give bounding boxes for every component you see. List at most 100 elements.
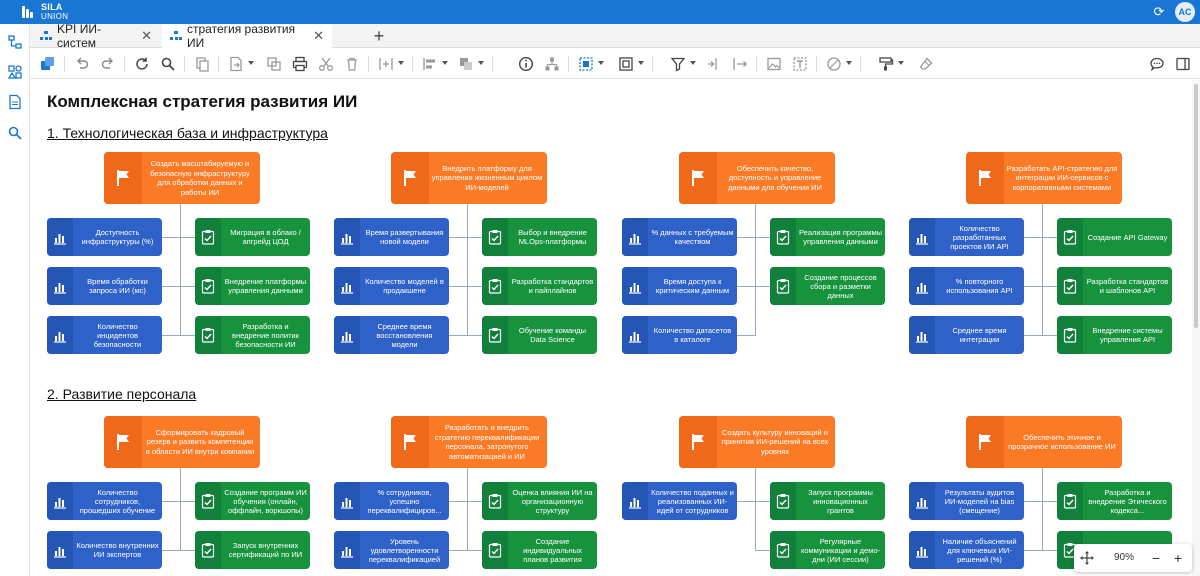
kpi-node[interactable]: Количество датасетов в каталоге (622, 316, 737, 354)
insert-column-icon[interactable] (378, 56, 394, 72)
kpi-node[interactable]: Время доступа к критическим данным (622, 267, 737, 305)
kpi-node[interactable]: Количество моделей в продакшене (334, 267, 449, 305)
user-avatar[interactable]: AC (1175, 2, 1195, 22)
tab-kpi-systems[interactable]: KPI ИИ-систем ✕ (32, 22, 160, 50)
kpi-node[interactable]: Количество поданных и реализованных ИИ-и… (622, 482, 737, 520)
goal-node[interactable]: Создать масштабируемую и безопасную инфр… (104, 152, 260, 204)
kpi-node[interactable]: Результаты аудитов ИИ-моделей на bias (с… (909, 482, 1024, 520)
connector-line (1042, 550, 1058, 551)
shapes-icon[interactable] (7, 64, 23, 80)
task-node[interactable]: Миграция в облако / апгрейд ЦОД (195, 218, 310, 256)
goal-node[interactable]: Сформировать кадровый резерв и развить к… (104, 416, 260, 468)
task-node[interactable]: Создание процессов сбора и разметки данн… (770, 267, 885, 305)
sync-icon[interactable]: ⟳ (1151, 4, 1167, 20)
goal-node[interactable]: Внедрить платформу для управления жизнен… (391, 152, 547, 204)
kpi-node[interactable]: Среднее время восстановления модели (334, 316, 449, 354)
image-icon[interactable] (766, 56, 782, 72)
expand-icon[interactable] (732, 56, 748, 72)
kpi-node[interactable]: Среднее время интеграции (909, 316, 1024, 354)
move-icon[interactable] (1079, 550, 1095, 566)
task-node[interactable]: Реализация программы управления данными (770, 218, 885, 256)
task-node[interactable]: Обучение команды Data Science (482, 316, 597, 354)
task-node[interactable]: Регулярные коммуникации и демо-дни (ИИ с… (770, 531, 885, 569)
goal-node[interactable]: Создать культуру инноваций и принятия ИИ… (679, 416, 835, 468)
refresh-icon[interactable] (134, 56, 150, 72)
print-icon[interactable] (292, 56, 308, 72)
kpi-node[interactable]: Время обработки запроса ИИ (мс) (47, 267, 162, 305)
goal-node[interactable]: Обеспечить качество, доступность и управ… (679, 152, 835, 204)
hierarchy-icon[interactable] (544, 56, 560, 72)
arrange-icon[interactable] (458, 56, 474, 72)
task-text: Разработка и внедрение политик безопасно… (232, 321, 299, 349)
task-node[interactable]: Разработка и внедрение Этического кодекс… (1057, 482, 1172, 520)
kpi-node[interactable]: Уровень удовлетворенности переквалификац… (334, 531, 449, 569)
task-node[interactable]: Разработка и внедрение политик безопасно… (195, 316, 310, 354)
duplicate-icon[interactable] (266, 56, 282, 72)
redo-icon[interactable] (100, 56, 116, 72)
structure-icon[interactable] (7, 34, 23, 50)
select-icon[interactable] (578, 56, 594, 72)
format-painter-icon[interactable] (878, 56, 894, 72)
add-tab-button[interactable]: + (370, 26, 388, 46)
task-node[interactable]: Внедрение системы управления API (1057, 316, 1172, 354)
goal-node[interactable]: Обеспечить этичное и прозрачное использо… (966, 416, 1122, 468)
zoom-out-button[interactable]: − (1148, 544, 1164, 572)
side-panel-icon[interactable] (1175, 56, 1191, 72)
container-icon[interactable] (618, 56, 634, 72)
app-menu-icon[interactable] (40, 56, 56, 72)
format-copy-icon[interactable] (194, 56, 210, 72)
export-icon[interactable] (228, 56, 244, 72)
text-box-icon[interactable] (792, 56, 808, 72)
task-node[interactable]: Создание программ ИИ обучения (онлайн, о… (195, 482, 310, 520)
kpi-node[interactable]: Количество внутренних ИИ экспертов (47, 531, 162, 569)
task-node[interactable]: Создание API Gateway (1057, 218, 1172, 256)
task-node[interactable]: Запуск программы инновационных грантов (770, 482, 885, 520)
close-icon[interactable]: ✕ (313, 28, 324, 44)
collapse-icon[interactable] (706, 56, 722, 72)
task-node[interactable]: Создание индивидуальных планов развития (482, 531, 597, 569)
clipboard-check-icon (195, 218, 221, 256)
filter-icon[interactable] (670, 56, 686, 72)
task-node[interactable]: Оценка влияния ИИ на организационную стр… (482, 482, 597, 520)
task-text: Создание программ ИИ обучения (онлайн, о… (224, 487, 307, 515)
info-icon[interactable] (518, 56, 534, 72)
delete-icon[interactable] (344, 56, 360, 72)
cut-icon[interactable] (318, 56, 334, 72)
connector-line (737, 237, 756, 238)
close-icon[interactable]: ✕ (141, 28, 152, 44)
flag-icon (391, 152, 429, 204)
search-icon[interactable] (160, 56, 176, 72)
document-icon[interactable] (7, 94, 23, 110)
search-icon[interactable] (7, 125, 23, 141)
zoom-in-button[interactable]: + (1170, 544, 1186, 572)
tab-ai-strategy[interactable]: стратегия развития ИИ ✕ (162, 22, 332, 50)
app-logo[interactable]: SILA UNION (20, 3, 68, 21)
align-icon[interactable] (422, 56, 438, 72)
task-node[interactable]: Разработка стандартов и шаблонов API (1057, 267, 1172, 305)
eraser-icon[interactable] (918, 56, 934, 72)
kpi-node[interactable]: Наличие объяснений для ключевых ИИ-решен… (909, 531, 1024, 569)
task-text: Создание индивидуальных планов развития (523, 536, 582, 564)
vertical-scrollbar[interactable] (1192, 80, 1200, 576)
scrollbar-thumb[interactable] (1194, 84, 1198, 328)
task-node[interactable]: Выбор и внедрение MLOps-платформы (482, 218, 597, 256)
goal-node[interactable]: Разработать API-стратегию для интеграции… (966, 152, 1122, 204)
kpi-node[interactable]: % данных с требуемым качеством (622, 218, 737, 256)
undo-icon[interactable] (74, 56, 90, 72)
kpi-node[interactable]: Доступность инфраструктуры (%) (47, 218, 162, 256)
kpi-node[interactable]: Время развертывания новой модели (334, 218, 449, 256)
diagram-canvas[interactable]: Комплексная стратегия развития ИИ 1. Тех… (31, 80, 1191, 576)
kpi-node[interactable]: Количество сотрудников, прошедших обучен… (47, 482, 162, 520)
kpi-node[interactable]: % сотрудников, успешно переквалифициров.… (334, 482, 449, 520)
goal-node[interactable]: Разработать и внедрить стратегию переква… (391, 416, 547, 468)
task-node[interactable]: Разработка стандартов и пайплайнов (482, 267, 597, 305)
comments-icon[interactable] (1149, 56, 1165, 72)
kpi-node[interactable]: Количество разработанных проектов ИИ API (909, 218, 1024, 256)
bar-chart-icon (622, 482, 648, 520)
kpi-node[interactable]: % повторного использования API (909, 267, 1024, 305)
kpi-text: Количество поданных и реализованных ИИ-и… (651, 487, 734, 515)
task-node[interactable]: Внедрение платформы управления данными (195, 267, 310, 305)
shape-style-icon[interactable] (826, 56, 842, 72)
task-node[interactable]: Запуск внутренних сертификаций по ИИ (195, 531, 310, 569)
kpi-node[interactable]: Количество инцидентов безопасности (47, 316, 162, 354)
